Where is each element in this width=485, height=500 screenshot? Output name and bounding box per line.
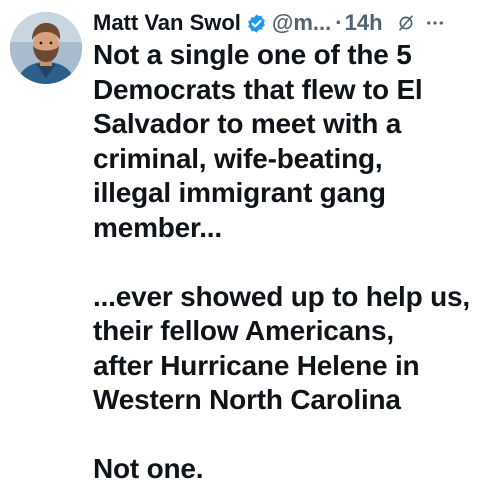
avatar-photo <box>10 12 82 84</box>
post-timestamp[interactable]: 14h <box>345 8 383 38</box>
text-line: Democrats that flew to El <box>93 73 423 105</box>
avatar[interactable] <box>10 12 82 84</box>
text-line: Western North Carolina <box>93 384 401 415</box>
paragraph-3: Not one. <box>93 452 478 487</box>
paragraph-1: Not a single one of the 5 Democrats that… <box>93 38 478 245</box>
author-handle[interactable]: @m... <box>272 8 331 38</box>
verified-badge-icon[interactable] <box>246 13 267 34</box>
text-line: their fellow Americans, <box>93 315 394 346</box>
text-line: Salvador to meet with a <box>93 108 402 139</box>
separator-dot: · <box>335 10 343 35</box>
paragraph-2: ...ever showed up to help us, their fell… <box>93 280 478 418</box>
text-line: member... <box>93 211 222 243</box>
text-line: criminal, wife-beating, <box>93 142 383 174</box>
text-line: Not one. <box>93 453 204 484</box>
text-line: after Hurricane Helene in <box>93 349 420 381</box>
text-line: Not a single one of the 5 <box>93 39 412 70</box>
text-line: illegal immigrant gang <box>93 177 386 208</box>
grok-icon[interactable] <box>397 14 415 32</box>
author-display-name[interactable]: Matt Van Swol <box>93 8 241 38</box>
post[interactable]: Matt Van Swol @m... · 14h Not a single o… <box>0 0 485 500</box>
more-options-icon[interactable] <box>425 13 445 33</box>
post-header: Matt Van Swol @m... · 14h <box>93 8 475 38</box>
post-text: Not a single one of the 5 Democrats that… <box>93 38 478 487</box>
text-line: ...ever showed up to help us, <box>93 280 470 312</box>
